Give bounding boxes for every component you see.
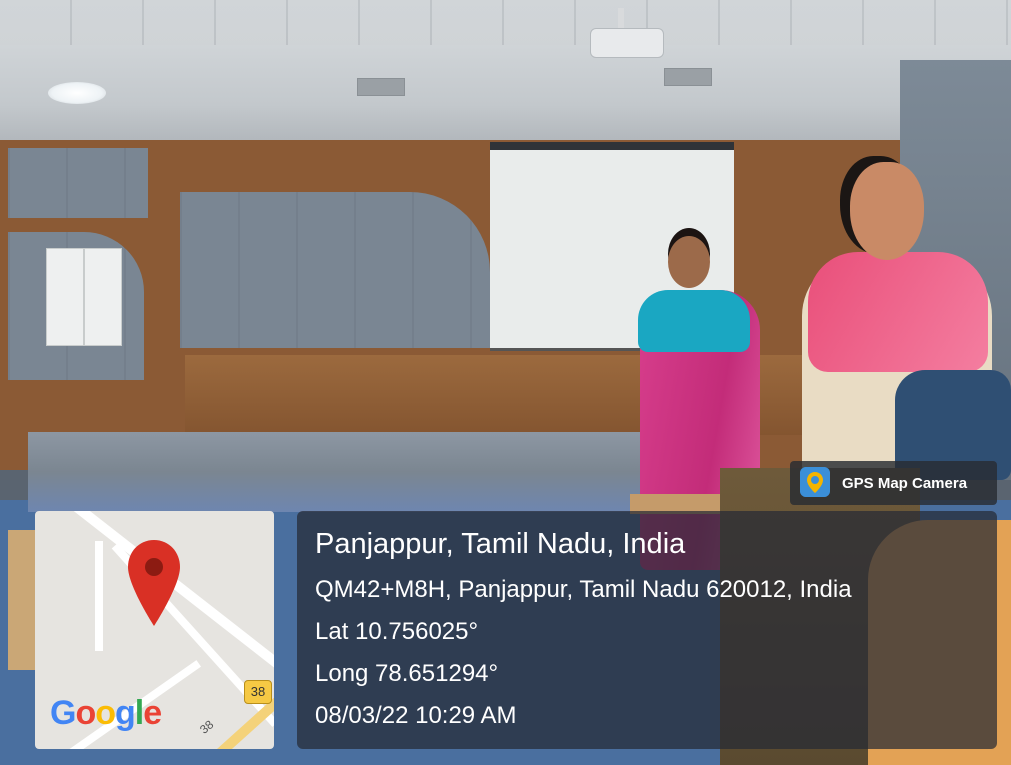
stage bbox=[28, 432, 708, 512]
location-title: Panjappur, Tamil Nadu, India bbox=[315, 528, 686, 560]
address-text: QM42+M8H, Panjappur, Tamil Nadu 620012, … bbox=[315, 576, 852, 603]
projector-mount bbox=[618, 8, 624, 30]
map-road bbox=[95, 541, 103, 651]
google-logo: Google bbox=[50, 694, 162, 732]
notice-sheet bbox=[46, 248, 84, 346]
projector bbox=[590, 28, 664, 58]
person-pink-scarf bbox=[808, 252, 988, 372]
person-head bbox=[850, 162, 924, 260]
person-blouse bbox=[638, 290, 750, 352]
notice-sheet bbox=[84, 248, 122, 346]
road-badge: 38 bbox=[244, 680, 272, 704]
longitude-text: Long 78.651294° bbox=[315, 660, 499, 687]
ceiling-light bbox=[48, 82, 106, 104]
gps-app-label: GPS Map Camera bbox=[842, 475, 968, 492]
datetime-text: 08/03/22 10:29 AM bbox=[315, 702, 517, 729]
ceiling-tiles bbox=[0, 0, 1011, 45]
desk bbox=[8, 530, 38, 670]
ceiling-vent bbox=[664, 68, 712, 86]
wall-panel bbox=[8, 148, 148, 218]
person-head bbox=[668, 236, 710, 288]
gps-camera-icon bbox=[800, 467, 830, 497]
location-pin-icon bbox=[128, 540, 180, 626]
wall-panel bbox=[180, 192, 490, 348]
ceiling-vent bbox=[357, 78, 405, 96]
latitude-text: Lat 10.756025° bbox=[315, 618, 479, 645]
